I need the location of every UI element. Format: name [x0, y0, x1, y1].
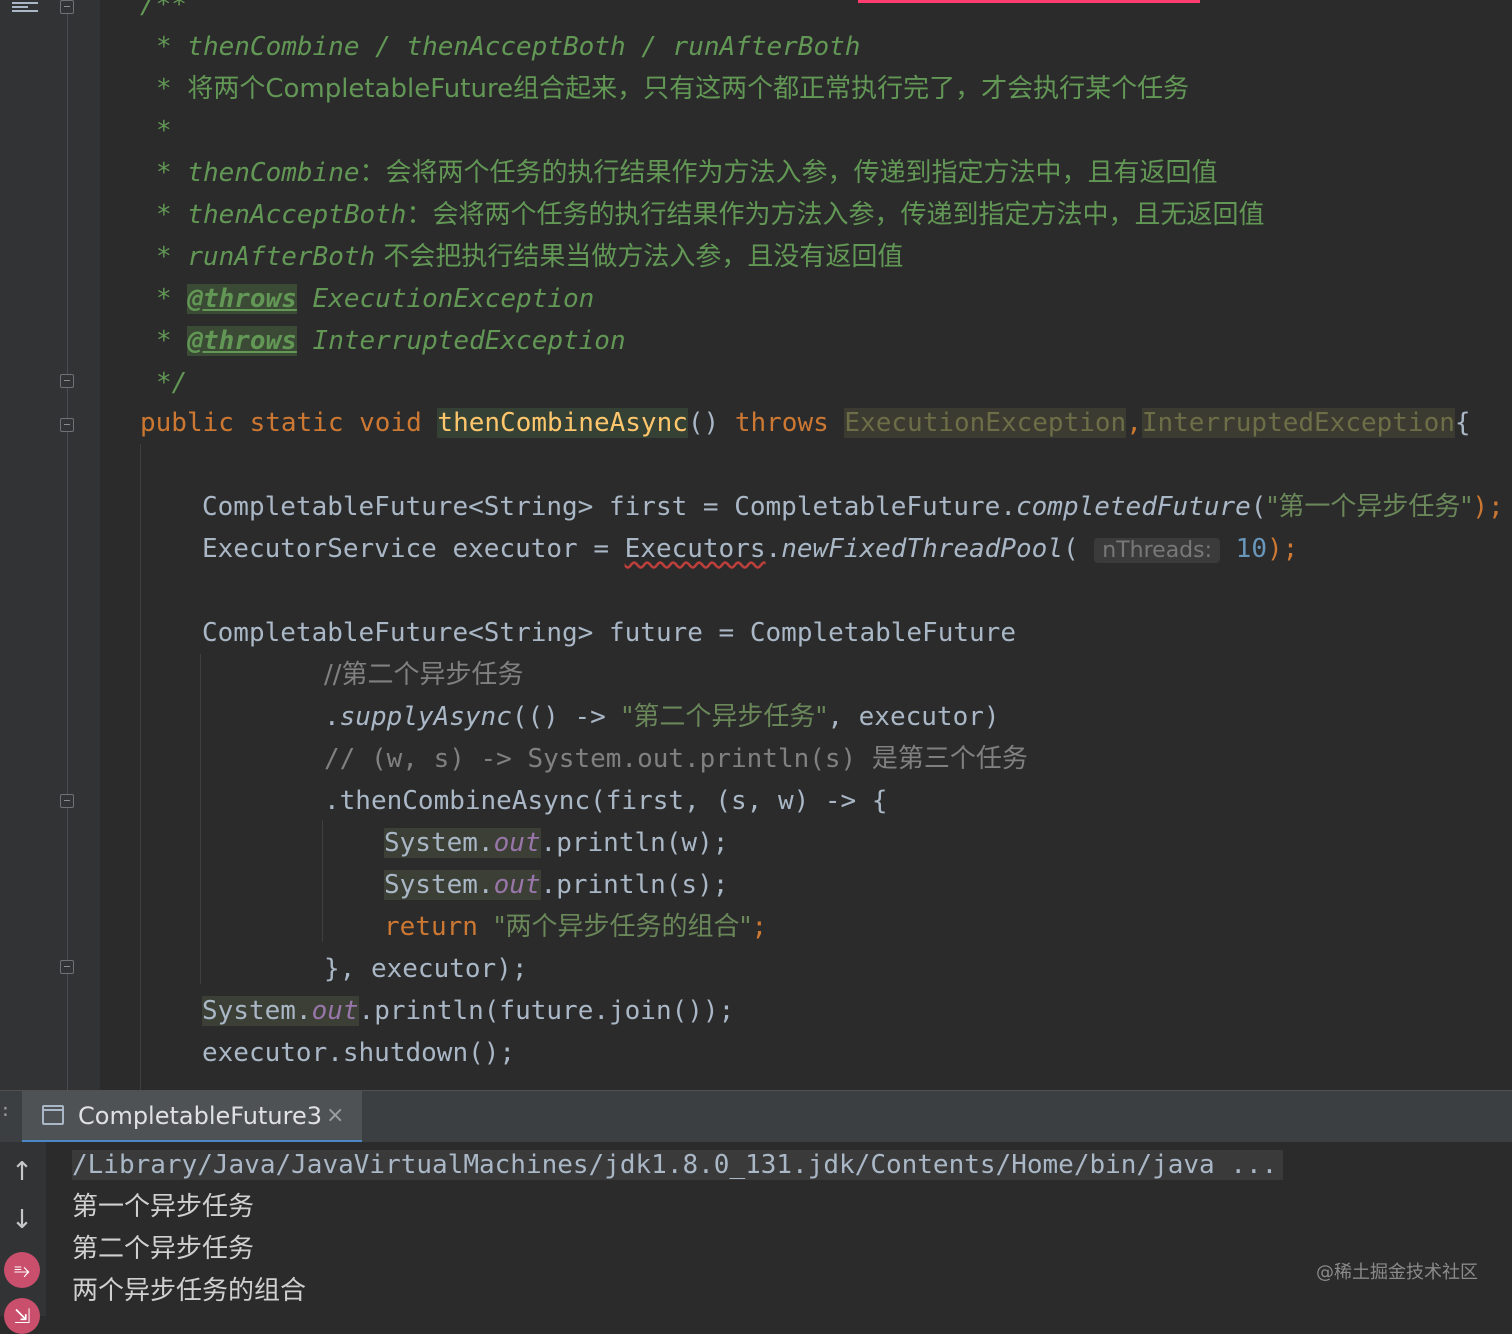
code-line: ExecutorService executor = Executors.new… — [202, 534, 1299, 564]
code-line: * — [156, 116, 172, 146]
run-tab[interactable]: CompletableFuture3 × — [22, 1091, 362, 1143]
indent-guide — [200, 654, 201, 984]
gutter-divider — [67, 0, 68, 1090]
fold-marker-icon[interactable] — [60, 418, 74, 432]
code-editor[interactable]: /** * thenCombine / thenAcceptBoth / run… — [0, 0, 1512, 1090]
more-icon[interactable]: : — [0, 1102, 11, 1129]
fold-marker-icon[interactable] — [60, 794, 74, 808]
console-output-line: 第二个异步任务 — [72, 1234, 255, 1264]
code-line: * thenAcceptBoth：会将两个任务的执行结果作为方法入参，传递到指定… — [156, 200, 1265, 230]
code-line: * thenCombine / thenAcceptBoth / runAfte… — [156, 32, 861, 62]
run-tab-label: CompletableFuture3 — [78, 1102, 322, 1130]
scroll-to-end-icon[interactable]: ⇲ — [4, 1298, 40, 1334]
code-line: .thenCombineAsync(first, (s, w) -> { — [324, 786, 888, 816]
method-signature: public static void thenCombineAsync() th… — [140, 408, 1471, 438]
fold-marker-icon[interactable] — [60, 374, 74, 388]
console-output-line: 第一个异步任务 — [72, 1192, 255, 1222]
fold-marker-icon[interactable] — [60, 0, 74, 14]
parameter-hint: nThreads: — [1094, 538, 1221, 563]
code-line: .supplyAsync(() -> "第二个异步任务", executor) — [324, 702, 1000, 732]
console-output-line: 两个异步任务的组合 — [72, 1276, 307, 1306]
javadoc-throws-tag: @throws — [187, 326, 297, 356]
arrow-up-icon[interactable]: ↑ — [6, 1156, 38, 1188]
editor-gutter — [0, 0, 100, 1090]
code-line: // (w, s) -> System.out.println(s) 是第三个任… — [324, 744, 1028, 774]
code-line: * thenCombine：会将两个任务的执行结果作为方法入参，传递到指定方法中… — [156, 158, 1218, 188]
console-toolbar: ↑ ↓ ⥱ ⇲ — [0, 1142, 46, 1334]
code-line: * 将两个CompletableFuture组合起来，只有这两个都正常执行完了，… — [156, 74, 1190, 104]
javadoc-throws-tag: @throws — [187, 284, 297, 314]
code-line: CompletableFuture<String> future = Compl… — [202, 618, 1016, 648]
method-name: thenCombineAsync — [437, 408, 688, 438]
indent-guide — [322, 820, 323, 942]
code-line: executor.shutdown(); — [202, 1038, 516, 1068]
code-line: * @throws ExecutionException — [156, 284, 595, 314]
close-icon[interactable]: × — [326, 1091, 344, 1141]
structure-icon[interactable] — [12, 0, 38, 14]
code-line: /** — [140, 0, 187, 20]
code-line: * runAfterBoth 不会把执行结果当做方法入参，且没有返回值 — [156, 242, 904, 272]
watermark: @稀土掘金技术社区 — [1316, 1262, 1478, 1283]
arrow-down-icon[interactable]: ↓ — [6, 1204, 38, 1236]
soft-wrap-icon[interactable]: ⥱ — [4, 1252, 40, 1288]
code-line: return "两个异步任务的组合"; — [384, 912, 768, 942]
code-line: CompletableFuture<String> first = Comple… — [202, 492, 1504, 522]
fold-marker-icon[interactable] — [60, 960, 74, 974]
code-line: System.out.println(w); — [384, 828, 729, 858]
indent-guide — [140, 444, 141, 1090]
code-line: //第二个异步任务 — [324, 660, 524, 690]
code-line: System.out.println(s); — [384, 870, 729, 900]
console-command-line: /Library/Java/JavaVirtualMachines/jdk1.8… — [72, 1144, 1284, 1186]
run-tool-window-header: : CompletableFuture3 × — [0, 1090, 1512, 1143]
run-console[interactable]: ↑ ↓ ⥱ ⇲ /Library/Java/JavaVirtualMachine… — [0, 1142, 1512, 1334]
window-icon — [42, 1105, 64, 1125]
code-line: }, executor); — [324, 954, 528, 984]
active-marker — [858, 0, 1200, 3]
code-line: * @throws InterruptedException — [156, 326, 626, 356]
code-line: System.out.println(future.join()); — [202, 996, 735, 1026]
code-line: */ — [156, 368, 188, 398]
